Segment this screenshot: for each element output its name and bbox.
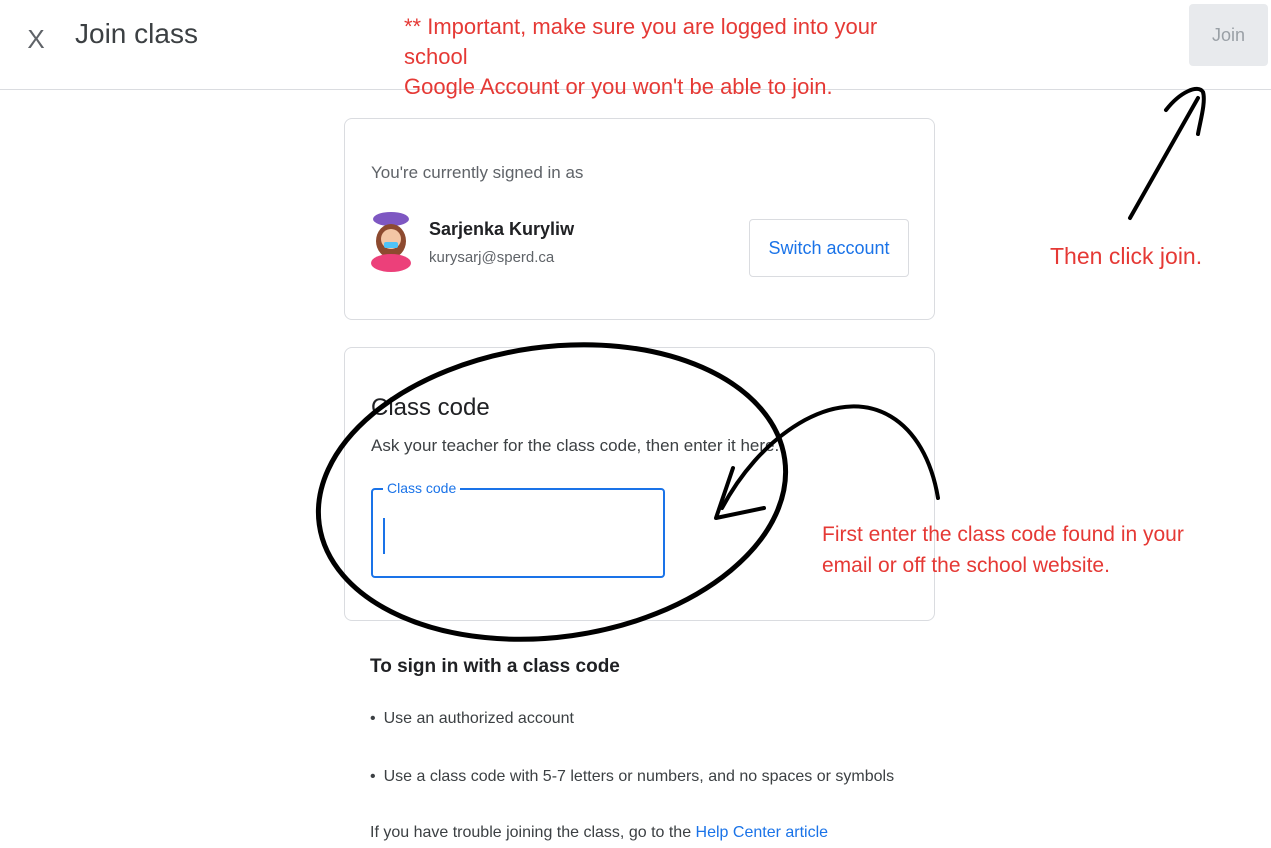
class-code-field-label: Class code [383,480,461,496]
help-prefix: If you have trouble joining the class, g… [370,824,696,841]
code-annotation: First enter the class code found in your… [822,519,1262,581]
bullet-text: Use an authorized account [383,710,574,727]
list-item: • Use an authorized account [370,710,574,727]
help-center-link[interactable]: Help Center article [696,824,829,841]
help-line: If you have trouble joining the class, g… [370,824,828,842]
signed-in-label: You're currently signed in as [371,163,584,182]
switch-account-button[interactable]: Switch account [749,219,909,277]
join-annotation: Then click join. [1050,243,1203,269]
bullet-text: Use a class code with 5-7 letters or num… [383,768,895,785]
class-code-description: Ask your teacher for the class code, the… [371,436,780,455]
class-code-input[interactable] [383,518,651,554]
warning-line-1: ** Important, make sure you are logged i… [404,14,878,69]
top-bar: X Join class ** Important, make sure you… [0,0,1271,99]
page-title: Join class [75,18,198,49]
join-button[interactable]: Join [1189,4,1268,66]
code-note-line-2: email or off the school website. [822,554,1110,577]
list-item: • Use a class code with 5-7 letters or nu… [370,768,895,785]
warning-annotation: ** Important, make sure you are logged i… [404,12,924,102]
code-note-line-1: First enter the class code found in your [822,523,1184,546]
close-icon[interactable]: X [22,20,50,58]
class-code-heading: Class code [371,394,490,421]
avatar [371,212,411,272]
class-code-field[interactable]: Class code [371,480,665,578]
account-card: You're currently signed in as Sarjenka K… [344,118,935,320]
warning-line-2: Google Account or you won't be able to j… [404,74,833,99]
join-arrowhead [1164,86,1206,136]
user-name: Sarjenka Kuryliw [429,219,575,239]
instructions-heading: To sign in with a class code [370,656,620,677]
join-arrow [1128,96,1200,220]
user-email: kurysarj@sperd.ca [429,249,555,266]
